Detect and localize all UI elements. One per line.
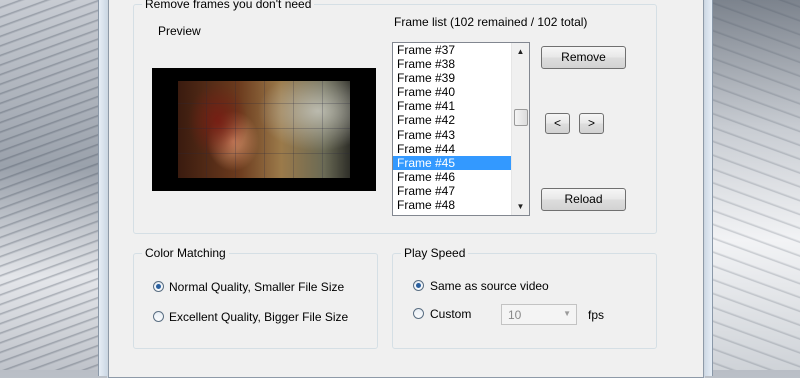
next-frame-button[interactable]: >: [579, 113, 604, 134]
custom-fps-value: 10: [508, 308, 522, 322]
remove-button[interactable]: Remove: [541, 46, 626, 69]
preview-label: Preview: [158, 24, 201, 38]
custom-fps-select[interactable]: 10 ▼: [501, 304, 577, 325]
same-as-source-label[interactable]: Same as source video: [430, 279, 549, 293]
frame-list-item[interactable]: Frame #38: [393, 57, 512, 71]
chevron-down-icon: ▼: [563, 309, 571, 318]
frame-list-item[interactable]: Frame #39: [393, 71, 512, 85]
frame-list-item[interactable]: Frame #37: [393, 43, 512, 57]
custom-speed-label[interactable]: Custom: [430, 307, 471, 321]
frame-list-items: Frame #37 Frame #38 Frame #39 Frame #40 Fram…: [393, 43, 512, 212]
normal-quality-radio[interactable]: [153, 281, 164, 292]
scroll-down-arrow-icon[interactable]: ▼: [512, 198, 529, 215]
frame-list-label: Frame list (102 remained / 102 total): [394, 15, 588, 29]
frame-list-item[interactable]: Frame #46: [393, 170, 512, 184]
previous-frame-button[interactable]: <: [545, 113, 570, 134]
excellent-quality-label[interactable]: Excellent Quality, Bigger File Size: [169, 310, 348, 324]
normal-quality-label[interactable]: Normal Quality, Smaller File Size: [169, 280, 344, 294]
frame-list-scrollbar[interactable]: ▲ ▼: [511, 43, 529, 215]
frame-list-item[interactable]: Frame #45: [393, 155, 512, 170]
color-matching-title: Color Matching: [142, 246, 229, 260]
frame-list-item[interactable]: Frame #42: [393, 113, 512, 127]
preview-image: [178, 81, 350, 178]
frame-listbox[interactable]: Frame #37 Frame #38 Frame #39 Frame #40 Fram…: [392, 42, 530, 216]
color-matching-group: Color Matching: [133, 246, 378, 349]
reload-button[interactable]: Reload: [541, 188, 626, 211]
play-speed-title: Play Speed: [401, 246, 469, 260]
desktop-background-right: [700, 0, 800, 370]
frame-list-item[interactable]: Frame #43: [393, 128, 512, 142]
frame-list-item[interactable]: Frame #41: [393, 99, 512, 113]
frame-list-item[interactable]: Frame #44: [393, 142, 512, 156]
excellent-quality-radio[interactable]: [153, 311, 164, 322]
frame-list-item[interactable]: Frame #40: [393, 85, 512, 99]
custom-speed-radio[interactable]: [413, 308, 424, 319]
scroll-up-arrow-icon[interactable]: ▲: [512, 43, 529, 60]
preview-panel: [152, 68, 376, 191]
frame-list-item[interactable]: Frame #47: [393, 184, 512, 198]
fps-unit-label: fps: [588, 308, 605, 322]
play-speed-group: Play Speed: [392, 246, 657, 349]
same-as-source-radio[interactable]: [413, 280, 424, 291]
scroll-thumb[interactable]: [514, 109, 528, 126]
desktop-background-left: [0, 0, 110, 370]
remove-frames-title: Remove frames you don't need: [142, 0, 315, 11]
frame-list-item[interactable]: Frame #48: [393, 198, 512, 212]
